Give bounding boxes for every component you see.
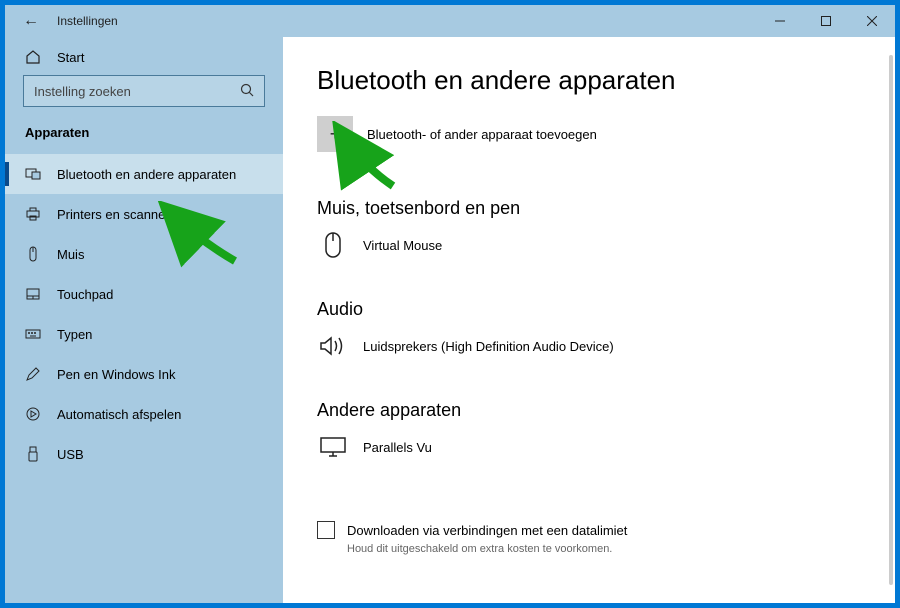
sidebar-item-printers[interactable]: Printers en scanners — [5, 194, 283, 234]
mouse-icon — [317, 231, 349, 259]
sidebar-item-label: Printers en scanners — [57, 207, 176, 222]
sidebar-item-label: Bluetooth en andere apparaten — [57, 167, 236, 182]
sidebar-home[interactable]: Start — [5, 43, 283, 75]
scrollbar[interactable] — [889, 55, 893, 585]
minimize-button[interactable] — [757, 5, 803, 37]
printer-icon — [25, 206, 41, 222]
device-label: Luidsprekers (High Definition Audio Devi… — [363, 339, 614, 354]
category-title-audio: Audio — [317, 299, 895, 320]
plus-icon: + — [317, 116, 353, 152]
category-title-other: Andere apparaten — [317, 400, 895, 421]
device-label: Virtual Mouse — [363, 238, 442, 253]
sidebar-item-label: Automatisch afspelen — [57, 407, 181, 422]
maximize-button[interactable] — [803, 5, 849, 37]
titlebar: ← Instellingen — [5, 5, 895, 37]
keyboard-icon — [25, 326, 41, 342]
touchpad-icon — [25, 286, 41, 302]
close-button[interactable] — [849, 5, 895, 37]
category-title-mouse: Muis, toetsenbord en pen — [317, 198, 895, 219]
sidebar-item-typing[interactable]: Typen — [5, 314, 283, 354]
search-placeholder: Instelling zoeken — [34, 84, 131, 99]
sidebar-item-label: Muis — [57, 247, 84, 262]
checkbox-icon[interactable] — [317, 521, 335, 539]
sidebar-item-label: Pen en Windows Ink — [57, 367, 176, 382]
search-input[interactable]: Instelling zoeken — [23, 75, 265, 107]
home-icon — [25, 49, 41, 65]
sidebar-item-label: Typen — [57, 327, 92, 342]
sidebar-item-label: Touchpad — [57, 287, 113, 302]
window-title: Instellingen — [57, 14, 118, 28]
add-device-label: Bluetooth- of ander apparaat toevoegen — [367, 127, 597, 142]
sidebar-item-mouse[interactable]: Muis — [5, 234, 283, 274]
sidebar-item-bluetooth[interactable]: Bluetooth en andere apparaten — [5, 154, 283, 194]
back-icon[interactable]: ← — [23, 12, 39, 30]
device-speakers[interactable]: Luidsprekers (High Definition Audio Devi… — [317, 332, 895, 360]
sidebar: Start Instelling zoeken Apparaten Blueto… — [5, 37, 283, 603]
download-label: Downloaden via verbindingen met een data… — [347, 523, 627, 538]
sidebar-home-label: Start — [57, 50, 84, 65]
mouse-icon — [25, 246, 41, 262]
device-label: Parallels Vu — [363, 440, 432, 455]
monitor-icon — [317, 433, 349, 461]
sidebar-item-usb[interactable]: USB — [5, 434, 283, 474]
sidebar-item-touchpad[interactable]: Touchpad — [5, 274, 283, 314]
pen-icon — [25, 366, 41, 382]
sidebar-item-pen[interactable]: Pen en Windows Ink — [5, 354, 283, 394]
add-device-button[interactable]: + Bluetooth- of ander apparaat toevoegen — [317, 116, 895, 152]
sidebar-item-autoplay[interactable]: Automatisch afspelen — [5, 394, 283, 434]
speaker-icon — [317, 332, 349, 360]
download-checkbox-row[interactable]: Downloaden via verbindingen met een data… — [317, 521, 895, 539]
device-parallels[interactable]: Parallels Vu — [317, 433, 895, 461]
sidebar-section-title: Apparaten — [5, 125, 283, 154]
main-panel: Bluetooth en andere apparaten + Bluetoot… — [283, 37, 895, 603]
usb-icon — [25, 446, 41, 462]
search-icon — [240, 83, 254, 100]
sidebar-item-label: USB — [57, 447, 84, 462]
download-note: Houd dit uitgeschakeld om extra kosten t… — [317, 543, 895, 555]
settings-window: ← Instellingen Start — [5, 5, 895, 603]
autoplay-icon — [25, 406, 41, 422]
page-title: Bluetooth en andere apparaten — [317, 65, 895, 96]
devices-icon — [25, 166, 41, 182]
device-virtual-mouse[interactable]: Virtual Mouse — [317, 231, 895, 259]
